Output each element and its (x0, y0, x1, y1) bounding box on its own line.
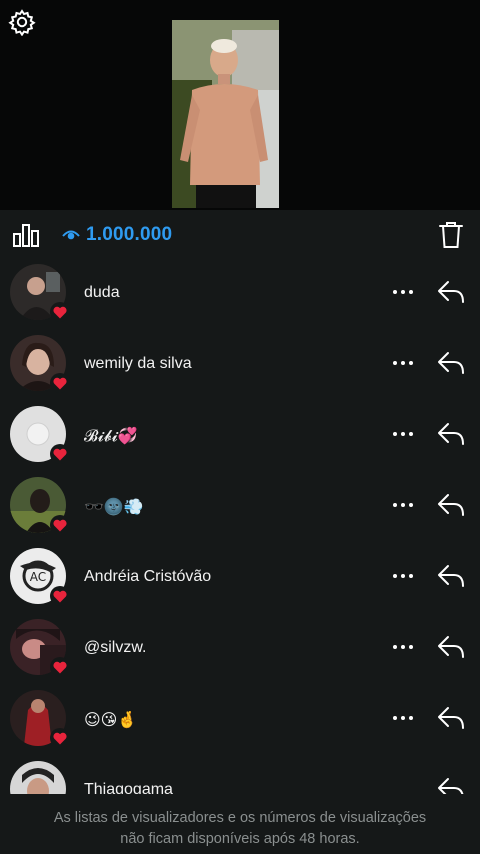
heart-icon (53, 590, 67, 602)
eye-icon (62, 230, 80, 240)
expiry-notice: As listas de visualizadores e os números… (0, 794, 480, 854)
more-dots-icon (393, 503, 413, 507)
insights-button[interactable] (12, 222, 40, 248)
reply-button[interactable] (436, 491, 466, 519)
viewer-row[interactable]: AC Andréia Cristóvão (0, 542, 480, 613)
viewer-name: Andréia Cristóvão (84, 568, 212, 585)
more-dots-icon (393, 645, 413, 649)
more-dots-icon (393, 361, 413, 365)
reply-button[interactable] (436, 562, 466, 590)
viewer-row[interactable]: @silvzw. (0, 613, 480, 684)
more-dots-icon (393, 432, 413, 436)
more-options-button[interactable] (390, 424, 416, 444)
reply-arrow-icon (438, 494, 464, 516)
viewer-row[interactable]: 😉😘🤞 (0, 684, 480, 755)
reply-button[interactable] (436, 704, 466, 732)
more-options-button[interactable] (390, 495, 416, 515)
views-counter[interactable]: 1.000.000 (62, 224, 172, 246)
liked-badge (50, 657, 70, 677)
viewer-row[interactable]: 🕶️🌚💨 (0, 471, 480, 542)
expiry-notice-line-1: As listas de visualizadores e os números… (53, 810, 427, 826)
story-photo (172, 20, 279, 208)
viewer-row[interactable]: wemily da silva (0, 329, 480, 400)
svg-text:AC: AC (30, 570, 46, 584)
liked-badge (50, 728, 70, 748)
more-options-button[interactable] (390, 637, 416, 657)
reply-button[interactable] (436, 278, 466, 306)
heart-icon (53, 661, 67, 673)
delete-story-button[interactable] (438, 221, 464, 249)
viewer-name: 🕶️🌚💨 (84, 499, 144, 516)
reply-arrow-icon (438, 281, 464, 303)
liked-badge (50, 515, 70, 535)
settings-button[interactable] (8, 8, 36, 37)
heart-icon (53, 448, 67, 460)
more-dots-icon (393, 574, 413, 578)
bar-chart-icon (13, 224, 39, 247)
heart-icon (53, 306, 67, 318)
reply-arrow-icon (438, 636, 464, 658)
more-options-button[interactable] (390, 708, 416, 728)
trash-icon (439, 222, 463, 248)
viewer-name: wemily da silva (84, 355, 192, 372)
more-dots-icon (393, 290, 413, 294)
viewer-name: @silvzw. (84, 639, 147, 656)
viewer-name: 😉😘🤞 (84, 712, 138, 729)
liked-badge (50, 586, 70, 606)
liked-badge (50, 444, 70, 464)
viewer-name: 𝓑𝓲𝓫𝓲💞 (84, 428, 138, 445)
more-options-button[interactable] (390, 566, 416, 586)
heart-icon (53, 732, 67, 744)
more-dots-icon (393, 716, 413, 720)
more-options-button[interactable] (390, 282, 416, 302)
more-options-button[interactable] (390, 353, 416, 373)
views-count: 1.000.000 (86, 224, 173, 245)
viewer-row[interactable]: duda (0, 258, 480, 329)
story-preview-area (0, 0, 480, 210)
expiry-notice-line-2: não ficam disponíveis após 48 horas. (120, 831, 360, 847)
reply-arrow-icon (438, 423, 464, 445)
heart-icon (53, 519, 67, 531)
reply-button[interactable] (436, 420, 466, 448)
liked-badge (50, 302, 70, 322)
reply-button[interactable] (436, 349, 466, 377)
reply-arrow-icon (438, 707, 464, 729)
gear-icon (8, 9, 36, 37)
liked-badge (50, 373, 70, 393)
story-stats-bar: 1.000.000 (0, 210, 480, 262)
viewer-row[interactable]: 𝓑𝓲𝓫𝓲💞 (0, 400, 480, 471)
reply-button[interactable] (436, 633, 466, 661)
reply-arrow-icon (438, 352, 464, 374)
viewer-list: duda wemily da silva 𝓑𝓲𝓫𝓲💞 🕶️🌚💨 AC André… (0, 258, 480, 826)
reply-arrow-icon (438, 565, 464, 587)
story-thumbnail[interactable] (172, 20, 279, 208)
viewer-name: duda (84, 284, 120, 301)
heart-icon (53, 377, 67, 389)
